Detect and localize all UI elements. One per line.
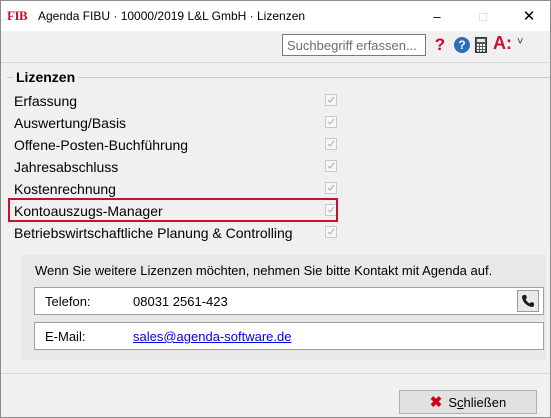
license-label: Erfassung [14,93,78,109]
email-row: E-Mail: sales@agenda-software.de [34,322,544,350]
toolbar-divider [1,62,550,63]
close-window-button[interactable]: ✕ [506,1,551,31]
agenda-menu-icon[interactable]: A: [493,33,512,54]
phone-label: Telefon: [45,294,91,309]
footer-divider [1,373,550,374]
license-checkbox [325,138,337,150]
license-row-auswertung: Auswertung/Basis [14,112,344,134]
close-button[interactable]: ✖ Schließen [399,390,537,414]
license-label: Offene-Posten-Buchführung [14,137,189,153]
close-button-label: Schließen [448,394,507,410]
close-icon: ✖ [429,394,443,411]
license-checkbox [325,182,337,194]
toolbar: ? ? A: ˅ [1,31,550,63]
search-input[interactable] [285,36,427,54]
license-row-planung-controlling: Betriebswirtschaftliche Planung & Contro… [14,222,354,244]
license-row-offene-posten: Offene-Posten-Buchführung [14,134,344,156]
context-help-icon[interactable]: ? [432,34,448,56]
maximize-button[interactable]: □ [460,1,506,31]
license-row-erfassung: Erfassung [14,90,344,112]
group-divider [7,77,550,78]
minimize-button[interactable]: – [414,1,460,31]
license-checkbox [325,160,337,172]
chevron-down-icon[interactable]: ˅ [517,36,523,48]
search-box[interactable] [282,34,427,56]
highlight-box [8,198,338,222]
calculator-icon[interactable] [475,37,487,53]
email-link[interactable]: sales@agenda-software.de [133,329,291,344]
email-label: E-Mail: [45,329,86,344]
contact-intro-text: Wenn Sie weitere Lizenzen möchten, nehme… [35,263,493,278]
contact-panel: Wenn Sie weitere Lizenzen möchten, nehme… [21,255,546,360]
license-row-jahresabschluss: Jahresabschluss [14,156,344,178]
help-icon[interactable]: ? [454,37,470,53]
license-checkbox [325,226,337,238]
group-title: Lizenzen [13,69,79,85]
license-label: Auswertung/Basis [14,115,127,131]
window-title: Agenda FIBU · 10000/2019 L&L GmbH · Lize… [38,9,306,23]
license-checkbox [325,116,337,128]
phone-row: Telefon: 08031 2561-423 [34,287,544,315]
phone-call-button[interactable] [517,290,539,312]
phone-icon [522,295,534,307]
title-bar: FIB Agenda FIBU · 10000/2019 L&L GmbH · … [1,1,550,31]
license-label: Jahresabschluss [14,159,119,175]
license-row-kostenrechnung: Kostenrechnung [14,178,344,200]
license-dialog: FIB Agenda FIBU · 10000/2019 L&L GmbH · … [0,0,551,418]
fib-logo-icon: FIB [7,8,28,23]
phone-value: 08031 2561-423 [133,294,228,309]
license-checkbox [325,94,337,106]
license-label: Betriebswirtschaftliche Planung & Contro… [14,225,293,241]
license-label: Kostenrechnung [14,181,116,197]
